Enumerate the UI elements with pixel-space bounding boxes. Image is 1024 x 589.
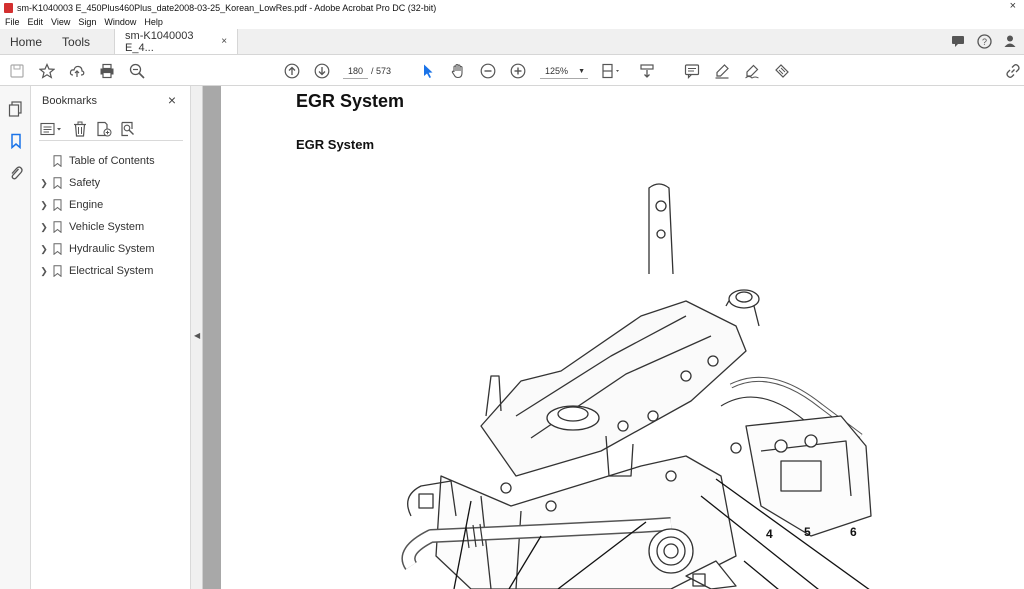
main-toolbar: 180 / 573 125% ▼ [0, 55, 1024, 86]
pdf-page: EGR System EGR System 4 5 6 [221, 86, 1024, 589]
page-separator: / [371, 66, 374, 76]
bookmark-icon [53, 265, 62, 277]
menu-help[interactable]: Help [144, 17, 163, 27]
menu-sign[interactable]: Sign [78, 17, 96, 27]
find-zoom-icon[interactable] [128, 62, 146, 80]
bookmarks-toolbar [39, 117, 183, 141]
chevron-right-icon[interactable]: ❯ [39, 200, 49, 211]
menu-file[interactable]: File [5, 17, 20, 27]
bookmark-table-of-contents[interactable]: Table of Contents [31, 150, 191, 172]
sign-pen-icon[interactable] [743, 62, 761, 80]
help-icon[interactable]: ? [976, 33, 992, 49]
chevron-down-icon: ▼ [578, 68, 585, 75]
fill-sign-icon[interactable] [773, 62, 791, 80]
callout-label-4: 4 [766, 527, 773, 541]
bookmark-icon [53, 177, 62, 189]
comment-icon[interactable] [683, 62, 701, 80]
tab-document-label: sm-K1040003 E_4... [125, 29, 194, 54]
page-display-icon[interactable] [600, 62, 624, 80]
bookmark-star-icon[interactable] [38, 62, 56, 80]
bookmark-electrical-system[interactable]: ❯ Electrical System [31, 260, 191, 282]
page-heading: EGR System [296, 91, 405, 111]
zoom-in-icon[interactable] [509, 62, 527, 80]
bookmark-vehicle-system[interactable]: ❯ Vehicle System [31, 216, 191, 238]
bookmarks-panel-icon[interactable] [7, 132, 24, 149]
window-close-button[interactable]: × [1010, 0, 1016, 12]
bookmark-label: Engine [69, 199, 104, 211]
scroll-mode-icon[interactable] [638, 62, 656, 80]
bookmark-icon [53, 155, 62, 167]
bookmark-options-icon[interactable] [39, 121, 65, 137]
delete-bookmark-trash-icon[interactable] [71, 121, 89, 137]
tab-home[interactable]: Home [0, 29, 52, 54]
highlight-pen-icon[interactable] [713, 62, 731, 80]
acrobat-app-icon [4, 2, 13, 13]
navigation-rail [0, 86, 31, 589]
bookmark-engine[interactable]: ❯ Engine [31, 194, 191, 216]
select-cursor-icon[interactable] [419, 62, 437, 80]
tab-document[interactable]: sm-K1040003 E_4... × [114, 29, 239, 54]
callout-label-6: 6 [850, 525, 857, 539]
page-total: / 573 [371, 64, 391, 79]
print-icon[interactable] [98, 62, 116, 80]
page-thumbnails-icon[interactable] [7, 100, 24, 117]
chevron-right-icon[interactable]: ❯ [39, 222, 49, 233]
bookmark-label: Hydraulic System [69, 243, 155, 255]
save-icon[interactable] [8, 62, 26, 80]
tab-bar: Home Tools sm-K1040003 E_4... × ? [0, 29, 1024, 55]
next-page-icon[interactable] [313, 62, 331, 80]
bookmark-hydraulic-system[interactable]: ❯ Hydraulic System [31, 238, 191, 260]
zoom-out-icon[interactable] [479, 62, 497, 80]
bookmark-label: Table of Contents [69, 155, 155, 167]
bookmark-label: Electrical System [69, 265, 154, 277]
account-icon[interactable] [1002, 33, 1018, 49]
upload-cloud-icon[interactable] [68, 62, 86, 80]
egr-engine-illustration [401, 183, 872, 589]
comment-bubble-icon[interactable] [950, 33, 966, 49]
close-icon[interactable]: × [168, 92, 176, 108]
menu-view[interactable]: View [51, 17, 70, 27]
attachments-paperclip-icon[interactable] [7, 164, 24, 181]
bookmark-list: Table of Contents ❯ Safety ❯ Engine ❯ Ve… [31, 150, 191, 282]
window-title-bar: sm-K1040003 E_450Plus460Plus_date2008-03… [0, 0, 1024, 15]
bookmark-icon [53, 199, 62, 211]
new-bookmark-icon[interactable] [95, 121, 113, 137]
menu-window[interactable]: Window [104, 17, 136, 27]
page-total-value: 573 [376, 66, 392, 76]
bookmark-icon [53, 221, 62, 233]
bookmark-safety[interactable]: ❯ Safety [31, 172, 191, 194]
callout-label-5: 5 [804, 525, 811, 539]
chevron-right-icon[interactable]: ❯ [39, 266, 49, 277]
page-number-input[interactable]: 180 [343, 64, 368, 79]
share-link-icon[interactable] [1004, 62, 1022, 80]
hand-tool-icon[interactable] [449, 62, 467, 80]
zoom-level-value: 125% [545, 66, 569, 76]
bookmarks-panel: Bookmarks × Table of Contents ❯ Safety ❯ [31, 86, 191, 589]
menu-edit[interactable]: Edit [28, 17, 44, 27]
page-subheading: EGR System [296, 137, 375, 152]
zoom-level-select[interactable]: 125% ▼ [540, 64, 588, 79]
menu-bar: File Edit View Sign Window Help [0, 15, 1024, 29]
collapse-arrow-icon[interactable]: ◀ [194, 331, 200, 340]
chevron-right-icon[interactable]: ❯ [39, 244, 49, 255]
find-bookmark-icon[interactable] [119, 121, 137, 137]
bookmark-label: Safety [69, 177, 101, 189]
tab-close-icon[interactable]: × [221, 36, 227, 47]
chevron-right-icon[interactable]: ❯ [39, 178, 49, 189]
document-viewport[interactable]: EGR System EGR System 4 5 6 [203, 86, 1024, 589]
panel-splitter[interactable]: ◀ [191, 86, 203, 589]
svg-text:?: ? [981, 37, 986, 47]
window-title: sm-K1040003 E_450Plus460Plus_date2008-03… [17, 2, 437, 13]
previous-page-icon[interactable] [283, 62, 301, 80]
bookmark-icon [53, 243, 62, 255]
bookmark-label: Vehicle System [69, 221, 145, 233]
tab-tools[interactable]: Tools [52, 29, 100, 54]
bookmarks-panel-title: Bookmarks [42, 95, 98, 107]
